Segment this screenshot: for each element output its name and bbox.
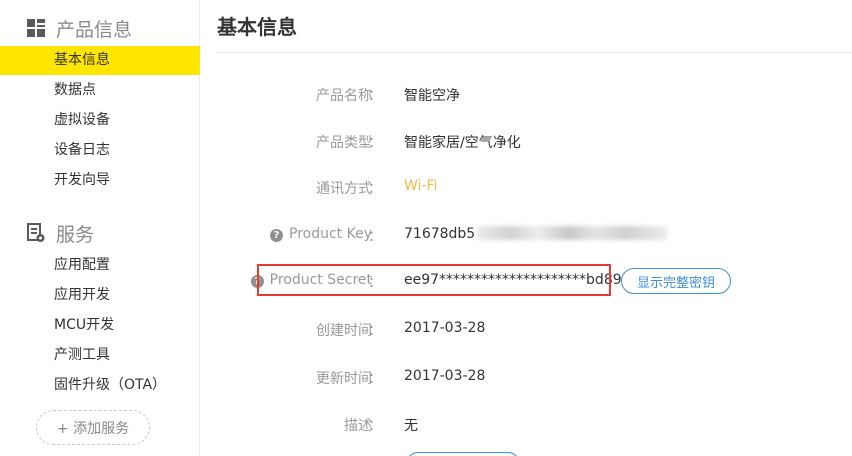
comm-method-label: 通讯方式 xyxy=(316,181,372,197)
sidebar-item-app-dev[interactable]: 应用开发 xyxy=(0,281,200,310)
updated-time-label: 更新时间 xyxy=(316,371,372,387)
description-value: 无 xyxy=(404,418,418,434)
sidebar-item-app-config[interactable]: 应用配置 xyxy=(0,251,200,280)
edit-button[interactable] xyxy=(406,452,520,456)
sidebar-item-virtual-device[interactable]: 虚拟设备 xyxy=(0,106,200,135)
comm-method-colon: ： xyxy=(368,181,382,197)
product-key-label: Product Key xyxy=(289,226,372,242)
created-time-colon: ： xyxy=(368,323,382,339)
updated-time-colon: ： xyxy=(368,371,382,387)
product-name-label: 产品名称 xyxy=(316,88,372,104)
updated-time-value: 2017-03-28 xyxy=(404,368,486,384)
sidebar-item-basic-info[interactable]: 基本信息 xyxy=(0,46,200,75)
product-key-value: 71678db5 xyxy=(404,226,476,242)
sidebar-item-production-test[interactable]: 产测工具 xyxy=(0,341,200,370)
product-key-value-group: 71678db5 xyxy=(404,226,668,242)
page-title: 基本信息 xyxy=(217,15,297,39)
comm-method-value: Wi-Fi xyxy=(404,178,438,194)
services-section-header: 服务 xyxy=(26,221,95,246)
main-content: 基本信息 产品名称 ： 智能空净 产品类型 ： 智能家居/空气净化 通讯方式 ：… xyxy=(200,0,852,456)
created-time-label: 创建时间 xyxy=(316,323,372,339)
sidebar-item-data-points[interactable]: 数据点 xyxy=(0,76,200,105)
title-divider xyxy=(217,52,852,53)
sidebar-item-firmware-ota[interactable]: 固件升级（OTA） xyxy=(0,371,200,400)
product-key-label-group: ? Product Key xyxy=(270,226,372,242)
sidebar: 产品信息 基本信息 数据点 虚拟设备 设备日志 开发向导 服务 应用配置 应用开… xyxy=(0,0,200,456)
product-key-colon: ： xyxy=(368,229,382,245)
product-info-section-label: 产品信息 xyxy=(56,18,133,41)
help-icon[interactable]: ? xyxy=(270,229,283,242)
description-colon: ： xyxy=(368,418,382,434)
grid-icon xyxy=(26,18,46,38)
product-secret-highlight xyxy=(257,264,611,296)
created-time-value: 2017-03-28 xyxy=(404,320,486,336)
show-full-secret-button[interactable]: 显示完整密钥 xyxy=(621,268,731,294)
services-section-label: 服务 xyxy=(56,223,95,246)
sidebar-item-device-log[interactable]: 设备日志 xyxy=(0,136,200,165)
product-info-section-header: 产品信息 xyxy=(26,16,133,41)
product-name-colon: ： xyxy=(368,88,382,104)
product-key-redaction xyxy=(477,226,668,240)
product-type-value: 智能家居/空气净化 xyxy=(404,135,521,151)
add-service-button[interactable]: + 添加服务 xyxy=(36,410,150,445)
sidebar-item-mcu-dev[interactable]: MCU开发 xyxy=(0,311,200,340)
sidebar-item-dev-guide[interactable]: 开发向导 xyxy=(0,166,200,195)
product-type-colon: ： xyxy=(368,135,382,151)
document-gear-icon xyxy=(26,223,46,243)
product-name-value: 智能空净 xyxy=(404,88,460,104)
product-type-label: 产品类型 xyxy=(316,135,372,151)
